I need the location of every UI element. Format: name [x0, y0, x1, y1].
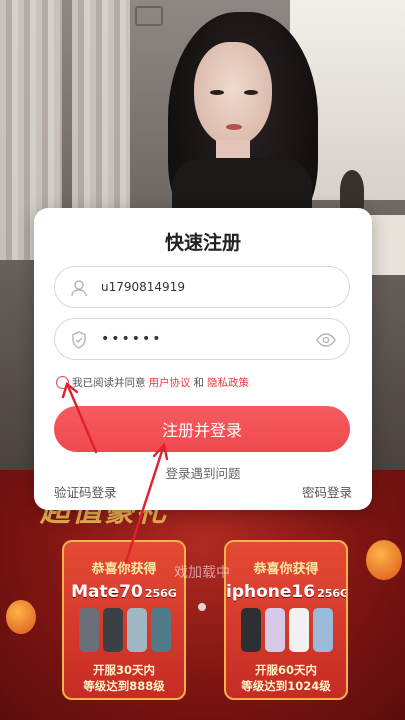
- character-lips: [226, 124, 242, 130]
- eye-icon[interactable]: [315, 330, 337, 350]
- shield-icon: [69, 330, 89, 350]
- prize-product-name: iphone16: [226, 582, 316, 602]
- prize-product-name: Mate70: [71, 582, 143, 602]
- prize-card-mate70: 恭喜你获得 Mate70 256G 开服30天内 等级达到888级: [62, 540, 186, 700]
- phone-image: [313, 608, 333, 652]
- agreement-row: 我已阅读并同意 用户协议 和 隐私政策: [56, 374, 252, 390]
- loading-dot: [198, 603, 206, 611]
- prize-card-condition: 开服60天内 等级达到1024级: [226, 662, 346, 694]
- privacy-link[interactable]: 隐私政策: [207, 375, 249, 390]
- wall-lamp: [135, 6, 163, 26]
- terms-link[interactable]: 用户协议: [149, 375, 191, 390]
- prize-card-header: 恭喜你获得: [253, 562, 319, 577]
- character-face: [194, 42, 272, 146]
- loading-text: 戏加载中: [174, 565, 230, 581]
- password-login-link[interactable]: 密码登录: [302, 482, 352, 501]
- username-field[interactable]: [54, 266, 350, 308]
- user-icon: [69, 278, 89, 298]
- prize-product-storage: 256G: [144, 587, 177, 600]
- phone-image: [103, 608, 123, 652]
- prize-product-storage: 256G: [317, 587, 348, 600]
- password-field[interactable]: [54, 318, 350, 360]
- character-eye: [244, 90, 258, 95]
- character-eye: [210, 90, 224, 95]
- username-input[interactable]: [101, 267, 301, 307]
- lantern-icon: [366, 540, 402, 580]
- sms-login-link[interactable]: 验证码登录: [54, 482, 117, 501]
- phone-image: [289, 608, 309, 652]
- agreement-prefix: 我已阅读并同意: [72, 376, 146, 389]
- phone-images: [232, 608, 342, 656]
- password-input[interactable]: [101, 319, 301, 359]
- phone-images: [70, 608, 180, 656]
- register-login-button[interactable]: 注册并登录: [54, 406, 350, 452]
- prize-card-iphone16: 恭喜你获得 iphone16 256G 开服60天内 等级达到1024级: [224, 540, 348, 700]
- login-issue-link[interactable]: 登录遇到问题: [34, 463, 372, 482]
- phone-image: [265, 608, 285, 652]
- agreement-conjunction: 和: [193, 376, 205, 389]
- modal-title: 快速注册: [164, 232, 241, 254]
- prize-condition-line1: 开服30天内: [92, 663, 155, 677]
- register-modal: 快速注册 我已阅读并同意 用户协议 和 隐私政策 注册并登录 登录遇到问题 验证…: [34, 208, 372, 510]
- prize-card-condition: 开服30天内 等级达到888级: [64, 662, 184, 694]
- prize-condition-line1: 开服60天内: [254, 663, 317, 677]
- lantern-icon: [6, 600, 36, 634]
- prize-card-product: iphone16 256G: [226, 582, 346, 602]
- prize-card-product: Mate70 256G: [64, 582, 184, 602]
- phone-image: [127, 608, 147, 652]
- phone-image: [79, 608, 99, 652]
- phone-image: [241, 608, 261, 652]
- prize-condition-line2: 等级达到888级: [83, 679, 165, 693]
- prize-card-header: 恭喜你获得: [91, 562, 157, 577]
- phone-image: [151, 608, 171, 652]
- bed-post: [340, 170, 364, 210]
- agreement-checkbox[interactable]: [56, 375, 69, 389]
- prize-condition-line2: 等级达到1024级: [241, 679, 331, 693]
